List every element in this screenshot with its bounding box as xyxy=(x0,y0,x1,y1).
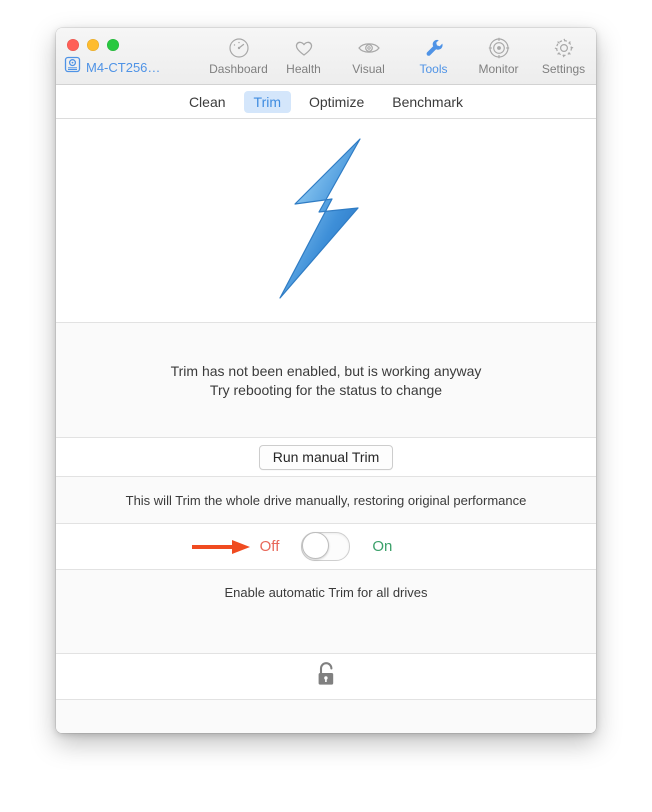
trim-status-section: Trim has not been enabled, but is workin… xyxy=(56,323,596,438)
manual-trim-hint-section: This will Trim the whole drive manually,… xyxy=(56,477,596,524)
zoom-button[interactable] xyxy=(107,39,119,51)
wrench-icon xyxy=(423,36,445,60)
unlocked-padlock-icon[interactable] xyxy=(315,661,337,693)
drive-selector[interactable]: M4-CT256… xyxy=(64,56,160,78)
toolbar-item-visual[interactable]: Visual xyxy=(336,28,401,76)
toolbar-item-label: Health xyxy=(286,62,321,76)
tab-bar: Clean Trim Optimize Benchmark xyxy=(56,85,596,119)
tab-benchmark[interactable]: Benchmark xyxy=(382,91,473,113)
toolbar-items: Dashboard Health Visual Tools Monitor Se… xyxy=(206,28,596,84)
status-line-secondary: Try rebooting for the status to change xyxy=(209,381,443,398)
close-button[interactable] xyxy=(67,39,79,51)
hero-section xyxy=(56,119,596,323)
lightning-bolt-icon xyxy=(272,136,380,306)
lock-section xyxy=(56,654,596,700)
tab-clean[interactable]: Clean xyxy=(179,91,236,113)
traffic-lights xyxy=(67,39,119,51)
manual-trim-hint-text: This will Trim the whole drive manually,… xyxy=(125,492,527,508)
toggle-on-label: On xyxy=(372,538,393,555)
toolbar-item-settings[interactable]: Settings xyxy=(531,28,596,76)
toolbar-item-tools[interactable]: Tools xyxy=(401,28,466,76)
toolbar-item-dashboard[interactable]: Dashboard xyxy=(206,28,271,76)
run-manual-trim-button[interactable]: Run manual Trim xyxy=(258,444,394,470)
toolbar-item-label: Settings xyxy=(541,62,586,76)
right-arrow-annotation xyxy=(190,538,252,556)
manual-trim-section: Run manual Trim xyxy=(56,438,596,477)
status-line-primary: Trim has not been enabled, but is workin… xyxy=(170,362,482,379)
toolbar-item-label: Tools xyxy=(419,62,448,76)
auto-trim-switch[interactable] xyxy=(301,532,351,561)
auto-trim-caption-section: Enable automatic Trim for all drives xyxy=(56,570,596,654)
window-footer xyxy=(56,700,596,733)
tab-optimize[interactable]: Optimize xyxy=(299,91,374,113)
app-window: M4-CT256… Dashboard Health Visual Tools … xyxy=(56,28,596,733)
auto-trim-toggle-section: Off On xyxy=(56,524,596,570)
minimize-button[interactable] xyxy=(87,39,99,51)
toggle-off-label: Off xyxy=(259,538,280,555)
drive-label: M4-CT256… xyxy=(86,59,161,75)
toolbar-item-label: Visual xyxy=(352,62,385,76)
toolbar-item-health[interactable]: Health xyxy=(271,28,336,76)
eye-icon xyxy=(357,36,381,60)
radar-icon xyxy=(488,36,510,60)
switch-knob xyxy=(302,532,330,559)
tab-trim[interactable]: Trim xyxy=(243,90,291,113)
gear-icon xyxy=(553,36,575,60)
toolbar-item-label: Monitor xyxy=(478,62,519,76)
toolbar-item-monitor[interactable]: Monitor xyxy=(466,28,531,76)
window-toolbar: M4-CT256… Dashboard Health Visual Tools … xyxy=(56,28,596,85)
auto-trim-caption-text: Enable automatic Trim for all drives xyxy=(224,585,428,600)
heart-icon xyxy=(293,36,315,60)
gauge-icon xyxy=(228,36,250,60)
hard-drive-icon xyxy=(64,56,81,78)
toolbar-item-label: Dashboard xyxy=(209,62,268,76)
